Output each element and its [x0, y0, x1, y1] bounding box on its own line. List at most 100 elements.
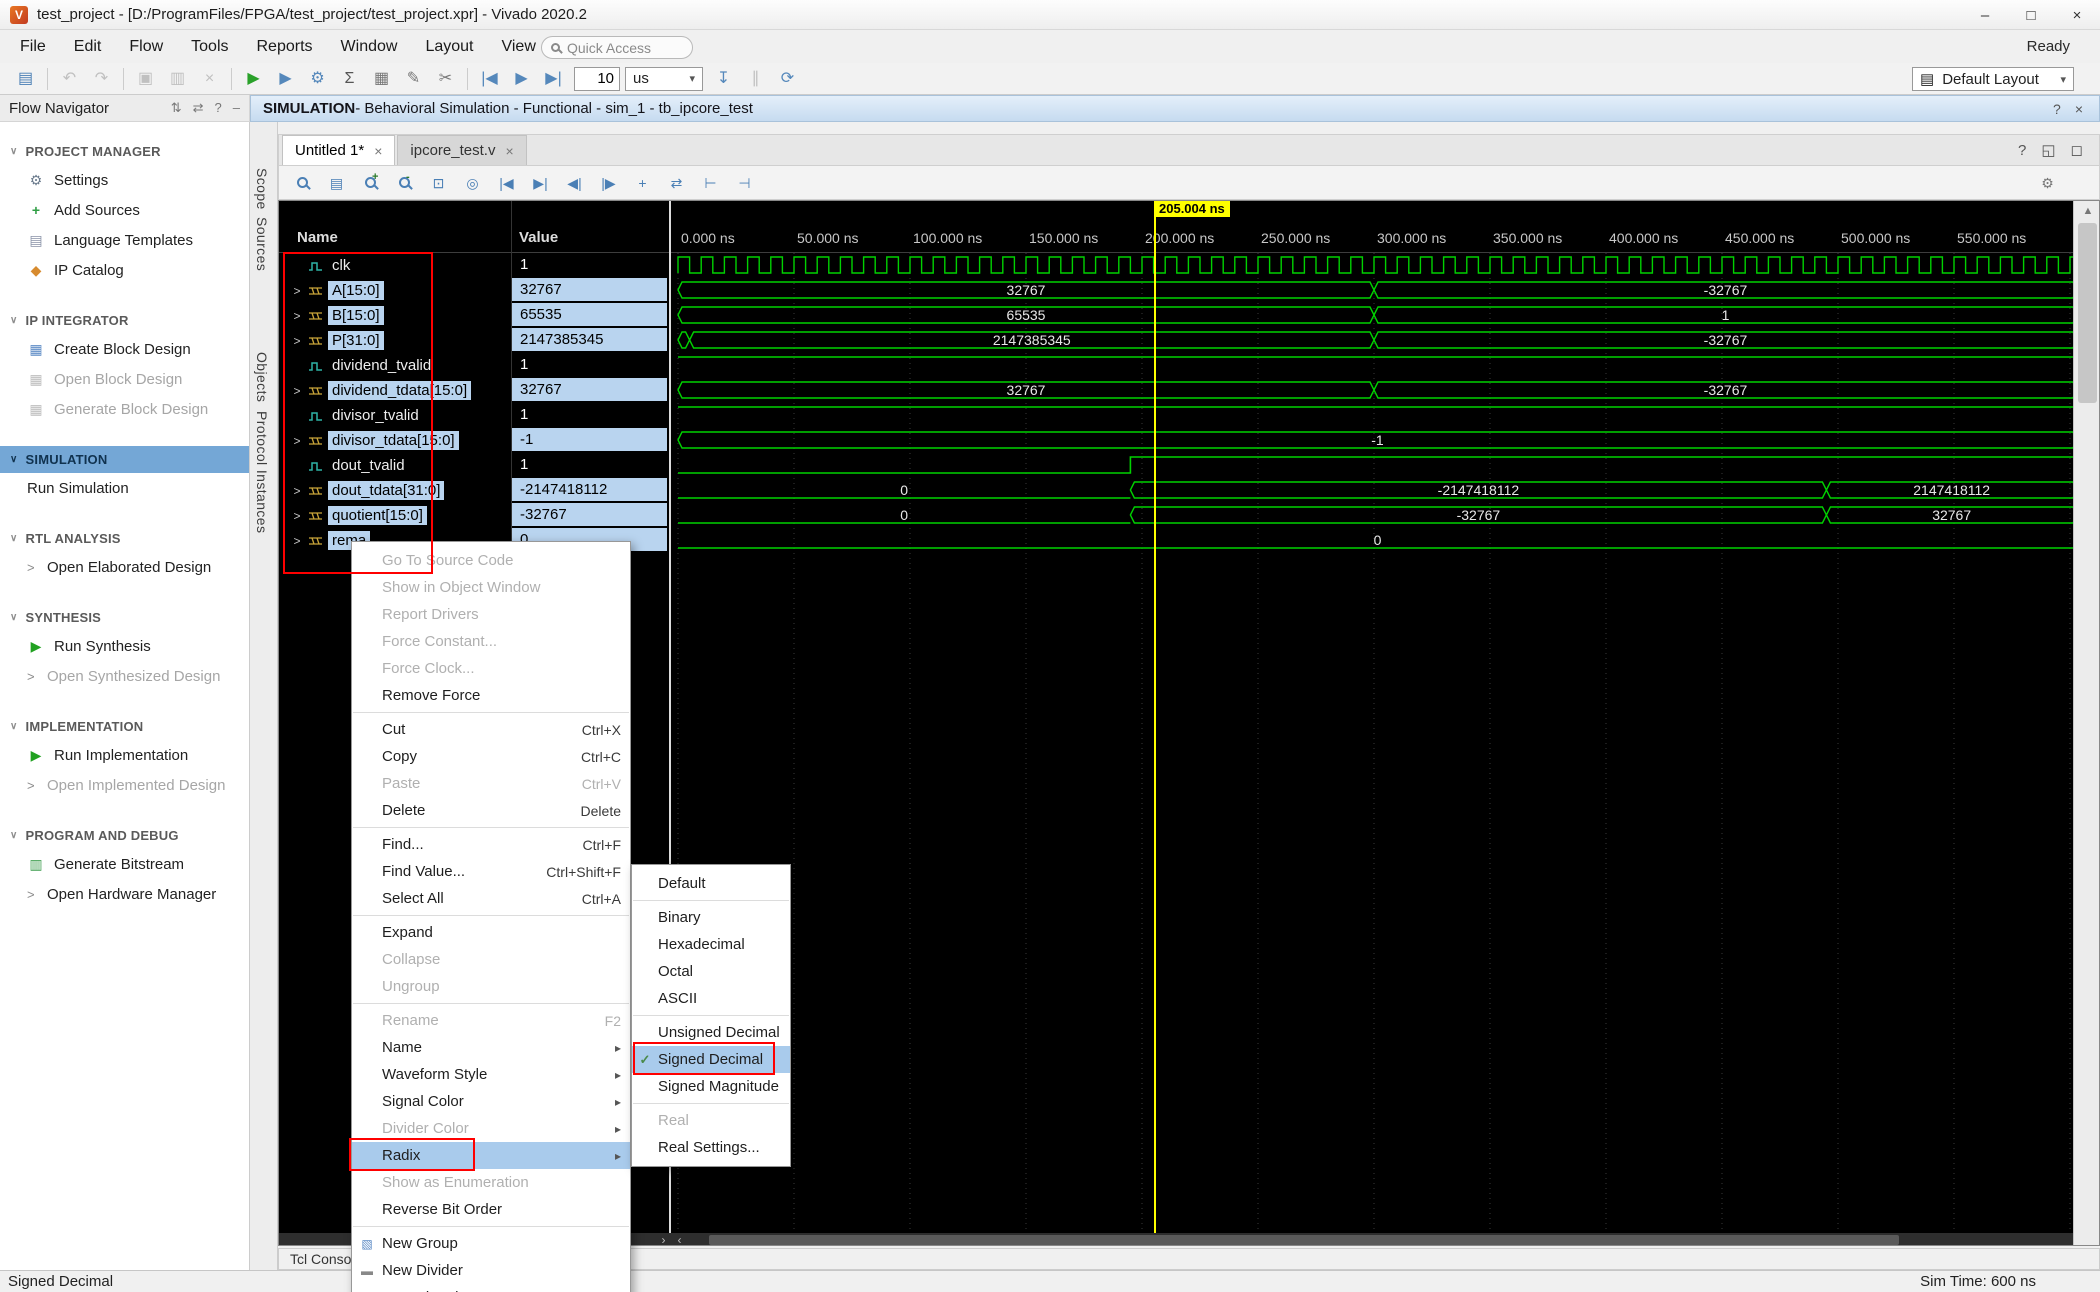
- menu-item-name[interactable]: Name▸: [352, 1034, 630, 1061]
- menu-item-select-all[interactable]: Select AllCtrl+A: [352, 885, 630, 912]
- wave-waveform-settings-button[interactable]: ⚙: [2032, 169, 2063, 196]
- sim-restart-button[interactable]: |◀: [474, 65, 505, 92]
- wave-find-button[interactable]: [287, 169, 318, 196]
- sim-step-button[interactable]: ▶|: [538, 65, 569, 92]
- signal-row-dout-tvalid[interactable]: dout_tvalid: [279, 453, 511, 478]
- menu-item-copy[interactable]: CopyCtrl+C: [352, 743, 630, 770]
- wave-previous-transition-button[interactable]: ◀|: [559, 169, 590, 196]
- simulation-time-input[interactable]: [574, 67, 620, 91]
- time-cursor-label[interactable]: 205.004 ns: [1154, 201, 1230, 217]
- help-icon[interactable]: ?: [215, 100, 222, 116]
- expand-arrow-icon[interactable]: >: [291, 309, 303, 323]
- menu-item-octal[interactable]: Octal: [632, 958, 790, 985]
- close-tab-icon[interactable]: ×: [374, 143, 382, 159]
- sidebar-item-generate-bitstream[interactable]: ▥Generate Bitstream: [0, 849, 249, 879]
- flow-section-header-implementation[interactable]: ∨IMPLEMENTATION: [0, 713, 249, 740]
- menu-item-default[interactable]: Default: [632, 870, 790, 897]
- sidebar-item-run-synthesis[interactable]: ▶Run Synthesis: [0, 631, 249, 661]
- signal-row-p-31-0[interactable]: >P[31:0]: [279, 328, 511, 353]
- signal-row-dividend-tdata-15-0[interactable]: >dividend_tdata[15:0]: [279, 378, 511, 403]
- menu-item-delete[interactable]: DeleteDelete: [352, 797, 630, 824]
- wave-save-waveform-button[interactable]: ▤: [321, 169, 352, 196]
- sim-relaunch-button[interactable]: ⟳: [772, 65, 803, 92]
- schematic-button[interactable]: ▦: [366, 65, 397, 92]
- menu-item-signed-decimal[interactable]: ✓Signed Decimal: [632, 1046, 790, 1073]
- tab-untitled-1[interactable]: Untitled 1*×: [282, 135, 395, 165]
- tab-ipcore-test-v[interactable]: ipcore_test.v×: [397, 135, 526, 165]
- wave-add-marker-button[interactable]: +: [627, 169, 658, 196]
- wave-zoom-in-button[interactable]: +: [355, 169, 386, 196]
- side-tab-sources[interactable]: Sources: [254, 217, 270, 271]
- menu-file[interactable]: File: [6, 33, 60, 61]
- signal-row-divisor-tdata-15-0[interactable]: >divisor_tdata[15:0]: [279, 428, 511, 453]
- dock-icon[interactable]: ⇄: [193, 100, 204, 116]
- expand-arrow-icon[interactable]: >: [291, 509, 303, 523]
- settings-gear-button[interactable]: ⚙: [302, 65, 333, 92]
- sidebar-item-create-block-design[interactable]: ▦Create Block Design: [0, 334, 249, 364]
- scissors-button[interactable]: ✂: [430, 65, 461, 92]
- sidebar-item-generate-block-design[interactable]: ▦Generate Block Design: [0, 394, 249, 424]
- minimize-icon[interactable]: –: [233, 100, 240, 116]
- side-tab-scope[interactable]: Scope: [254, 168, 270, 210]
- minimize-button[interactable]: –: [1962, 0, 2008, 30]
- layout-selector[interactable]: ▤ Default Layout ▾: [1912, 67, 2074, 91]
- signal-row-divisor-tvalid[interactable]: divisor_tvalid: [279, 403, 511, 428]
- sidebar-item-ip-catalog[interactable]: ◆IP Catalog: [0, 255, 249, 285]
- signal-row-dividend-tvalid[interactable]: dividend_tvalid: [279, 353, 511, 378]
- wave-go-to-time-end-button[interactable]: ▶|: [525, 169, 556, 196]
- wave-swap-cursors-button[interactable]: ⇄: [661, 169, 692, 196]
- scroll-up-icon[interactable]: ▲: [2074, 201, 2100, 221]
- menu-flow[interactable]: Flow: [115, 33, 177, 61]
- collapse-left-icon[interactable]: ‹: [672, 1233, 687, 1246]
- menu-edit[interactable]: Edit: [60, 33, 116, 61]
- sidebar-item-open-hardware-manager[interactable]: >Open Hardware Manager: [0, 879, 249, 909]
- sidebar-item-open-synthesized-design[interactable]: >Open Synthesized Design: [0, 661, 249, 691]
- menu-window[interactable]: Window: [327, 33, 412, 61]
- close-tab-icon[interactable]: ×: [505, 143, 513, 159]
- menu-item-new-divider[interactable]: ▬New Divider: [352, 1257, 630, 1284]
- menu-tools[interactable]: Tools: [177, 33, 242, 61]
- wave-zoom-fit-button[interactable]: ⊡: [423, 169, 454, 196]
- vertical-scrollbar[interactable]: ▲: [2073, 201, 2100, 1246]
- close-button[interactable]: ×: [2054, 0, 2100, 30]
- close-panel-icon[interactable]: ×: [2075, 101, 2083, 117]
- menu-item-find-value[interactable]: Find Value...Ctrl+Shift+F: [352, 858, 630, 885]
- sim-run-for-button[interactable]: ↧: [708, 65, 739, 92]
- signal-row-b-15-0[interactable]: >B[15:0]: [279, 303, 511, 328]
- sidebar-item-settings[interactable]: ⚙Settings: [0, 165, 249, 195]
- expand-arrow-icon[interactable]: >: [291, 384, 303, 398]
- menu-layout[interactable]: Layout: [411, 33, 487, 61]
- wave-zoom-to-cursor-button[interactable]: ◎: [457, 169, 488, 196]
- flow-section-header-ip-integrator[interactable]: ∨IP INTEGRATOR: [0, 307, 249, 334]
- flow-section-header-simulation[interactable]: ∨SIMULATION: [0, 446, 249, 473]
- sidebar-item-add-sources[interactable]: +Add Sources: [0, 195, 249, 225]
- expand-arrow-icon[interactable]: >: [291, 334, 303, 348]
- menu-reports[interactable]: Reports: [243, 33, 327, 61]
- menu-item-expand[interactable]: Expand: [352, 919, 630, 946]
- signal-row-clk[interactable]: clk: [279, 253, 511, 278]
- expand-arrow-icon[interactable]: >: [291, 434, 303, 448]
- menu-item-new-virtual-bus[interactable]: ▤New Virtual Bus: [352, 1284, 630, 1292]
- sim-run-all-button[interactable]: ▶: [506, 65, 537, 92]
- side-tab-objects[interactable]: Objects: [254, 352, 270, 402]
- menu-item-cut[interactable]: CutCtrl+X: [352, 716, 630, 743]
- sidebar-item-run-implementation[interactable]: ▶Run Implementation: [0, 740, 249, 770]
- time-cursor-line[interactable]: [1154, 217, 1156, 1233]
- menu-item-reverse-bit-order[interactable]: Reverse Bit Order: [352, 1196, 630, 1223]
- expand-arrow-icon[interactable]: >: [291, 534, 303, 548]
- flow-section-header-project-manager[interactable]: ∨PROJECT MANAGER: [0, 138, 249, 165]
- sidebar-item-open-block-design[interactable]: ▦Open Block Design: [0, 364, 249, 394]
- quick-access-search[interactable]: Quick Access: [541, 36, 693, 59]
- menu-item-waveform-style[interactable]: Waveform Style▸: [352, 1061, 630, 1088]
- menu-item-ascii[interactable]: ASCII: [632, 985, 790, 1012]
- side-tab-protocol-instances[interactable]: Protocol Instances: [254, 411, 270, 533]
- float-window-icon[interactable]: ◱: [2041, 141, 2055, 159]
- edit-pencil-button[interactable]: ✎: [398, 65, 429, 92]
- wave-snap-to-left-button[interactable]: ⊢: [695, 169, 726, 196]
- wave-go-to-time-start-button[interactable]: |◀: [491, 169, 522, 196]
- menu-item-real-settings[interactable]: Real Settings...: [632, 1134, 790, 1161]
- maximize-button[interactable]: □: [2008, 0, 2054, 30]
- flow-section-header-program-and-debug[interactable]: ∨PROGRAM AND DEBUG: [0, 822, 249, 849]
- report-sum-button[interactable]: Σ: [334, 65, 365, 92]
- run-button[interactable]: ▶: [238, 65, 269, 92]
